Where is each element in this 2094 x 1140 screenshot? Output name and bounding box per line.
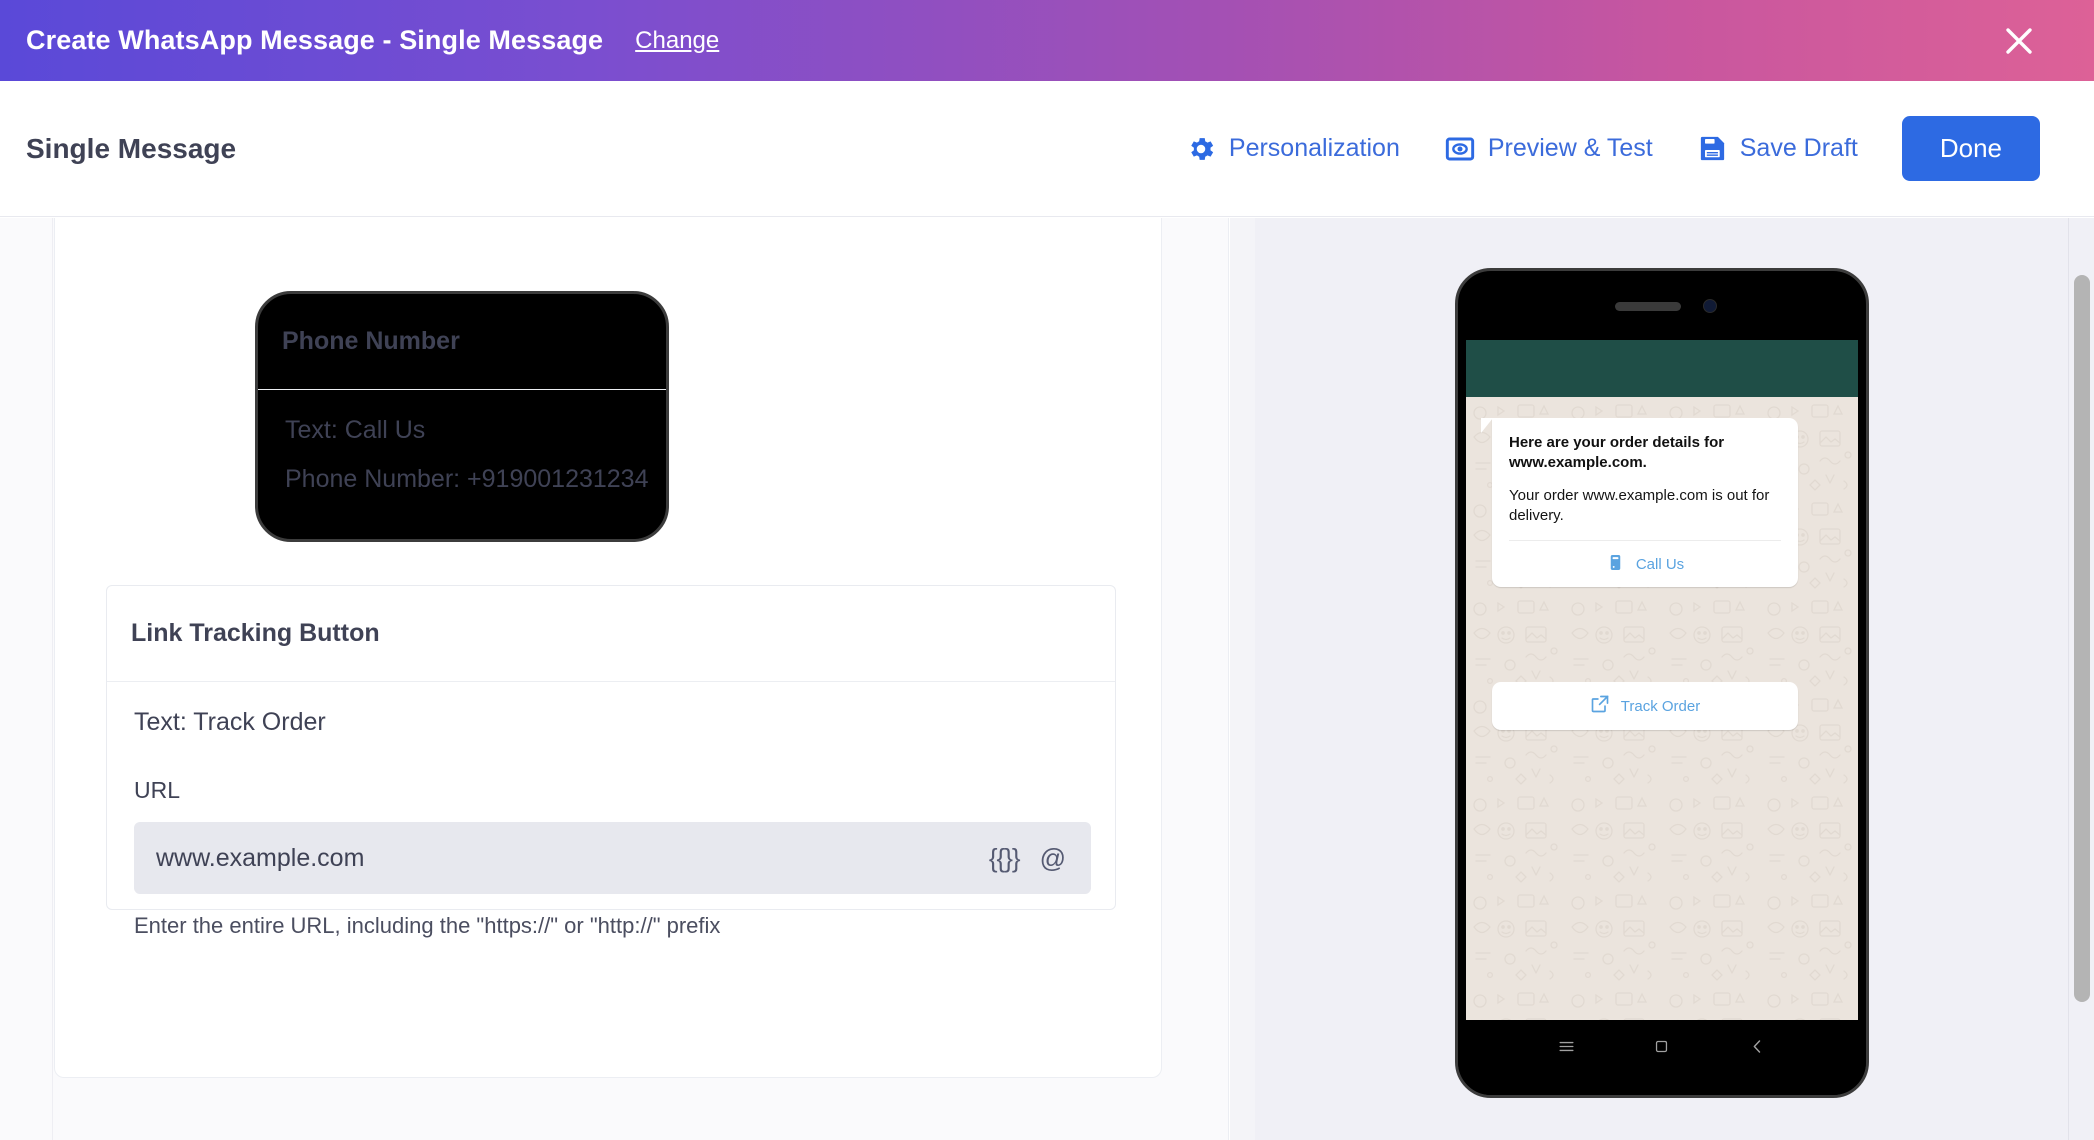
bubble-body-text: Your order www.example.com is out for de… xyxy=(1509,486,1770,524)
link-tracking-card-header: Link Tracking Button xyxy=(107,586,1115,682)
modal-topbar: Create WhatsApp Message - Single Message… xyxy=(0,0,2094,81)
link-tracking-card-body: Text: Track Order URL {{}} @ Enter the e… xyxy=(107,682,1115,939)
eye-preview-icon xyxy=(1444,133,1476,165)
whatsapp-message-bubble: Here are your order details for www.exam… xyxy=(1481,418,1798,587)
url-help-text: Enter the entire URL, including the "htt… xyxy=(134,913,721,938)
gear-icon xyxy=(1185,133,1217,165)
preview-canvas: Here are your order details for www.exam… xyxy=(1255,218,2055,1140)
menu-icon[interactable] xyxy=(1557,1037,1576,1061)
link-button-text-value: Text: Track Order xyxy=(134,708,326,736)
phone-number-card-title: Phone Number xyxy=(282,327,460,355)
whatsapp-track-order-card: Track Order xyxy=(1492,682,1798,730)
link-tracking-card-title: Link Tracking Button xyxy=(131,619,380,647)
external-link-icon xyxy=(1590,694,1610,718)
preview-scrollbar[interactable] xyxy=(2068,218,2094,1140)
bubble-call-us-button[interactable]: Call Us xyxy=(1509,540,1781,587)
change-template-link[interactable]: Change xyxy=(635,27,719,55)
bubble-track-order-label: Track Order xyxy=(1620,697,1701,715)
phone-screen: Here are your order details for www.exam… xyxy=(1466,340,1858,1020)
left-gutter xyxy=(0,218,53,1140)
floppy-disk-icon xyxy=(1697,133,1728,164)
personalization-button[interactable]: Personalization xyxy=(1163,133,1422,165)
save-draft-button[interactable]: Save Draft xyxy=(1675,133,1880,164)
url-input-icons: {{}} @ xyxy=(989,843,1066,874)
close-icon xyxy=(2002,24,2036,58)
url-input[interactable] xyxy=(156,843,989,873)
home-square-icon[interactable] xyxy=(1653,1038,1670,1060)
phone-power-button xyxy=(1867,621,1869,669)
phone-number-card: Phone Number Text: Call Us Phone Number:… xyxy=(255,291,669,542)
done-button[interactable]: Done xyxy=(1901,116,2040,181)
phone-button-text-value: Text: Call Us xyxy=(285,416,426,444)
at-mention-icon[interactable]: @ xyxy=(1040,843,1066,874)
whatsapp-header-bar xyxy=(1466,340,1858,397)
phone-camera xyxy=(1703,299,1717,313)
phone-volume-button xyxy=(1867,521,1869,601)
phone-mockup: Here are your order details for www.exam… xyxy=(1455,268,1869,1098)
preview-scrollbar-thumb[interactable] xyxy=(2074,275,2090,1002)
phone-number-card-header: Phone Number xyxy=(258,294,666,390)
bubble-call-us-label: Call Us xyxy=(1635,555,1685,573)
preview-test-label: Preview & Test xyxy=(1487,134,1653,162)
url-input-wrapper[interactable]: {{}} @ xyxy=(134,822,1091,894)
phone-speaker xyxy=(1615,302,1681,311)
form-scrollbar[interactable] xyxy=(1228,218,1230,1140)
body-area: Phone Number Text: Call Us Phone Number:… xyxy=(0,218,2094,1140)
phone-number-row: Phone Number: +919001231234 xyxy=(285,467,649,492)
merge-field-icon[interactable]: {{}} xyxy=(989,843,1021,874)
page-title: Single Message xyxy=(26,132,237,164)
url-field-label: URL xyxy=(134,777,181,803)
phone-call-icon xyxy=(1606,553,1625,576)
form-column: Phone Number Text: Call Us Phone Number:… xyxy=(0,218,1230,1140)
whatsapp-chat-area: Here are your order details for www.exam… xyxy=(1466,397,1858,1020)
close-button[interactable] xyxy=(1998,20,2040,62)
phone-number-value: Phone Number: +919001231234 xyxy=(285,465,649,493)
bubble-headline: Here are your order details for www.exam… xyxy=(1509,434,1725,472)
subheader-toolbar: Single Message Personalization Preview &… xyxy=(0,81,2094,217)
toolbar-actions: Personalization Preview & Test Save Draf… xyxy=(1163,116,2094,181)
android-navigation-bar xyxy=(1458,1020,1866,1095)
message-form-card: Phone Number Text: Call Us Phone Number:… xyxy=(54,218,1162,1078)
phone-number-card-body: Text: Call Us Phone Number: +91900123123… xyxy=(258,390,666,492)
link-tracking-button-card: Link Tracking Button Text: Track Order U… xyxy=(106,585,1116,938)
modal-title: Create WhatsApp Message - Single Message xyxy=(26,25,604,55)
preview-test-button[interactable]: Preview & Test xyxy=(1422,133,1675,165)
phone-button-text-row: Text: Call Us xyxy=(285,418,642,443)
preview-column: Here are your order details for www.exam… xyxy=(1255,218,2094,1140)
link-button-text-row: Text: Track Order xyxy=(134,710,1091,735)
back-chevron-icon[interactable] xyxy=(1748,1037,1767,1061)
save-draft-label: Save Draft xyxy=(1739,134,1858,162)
bubble-track-order-button[interactable]: Track Order xyxy=(1492,682,1798,730)
personalization-label: Personalization xyxy=(1228,134,1400,162)
